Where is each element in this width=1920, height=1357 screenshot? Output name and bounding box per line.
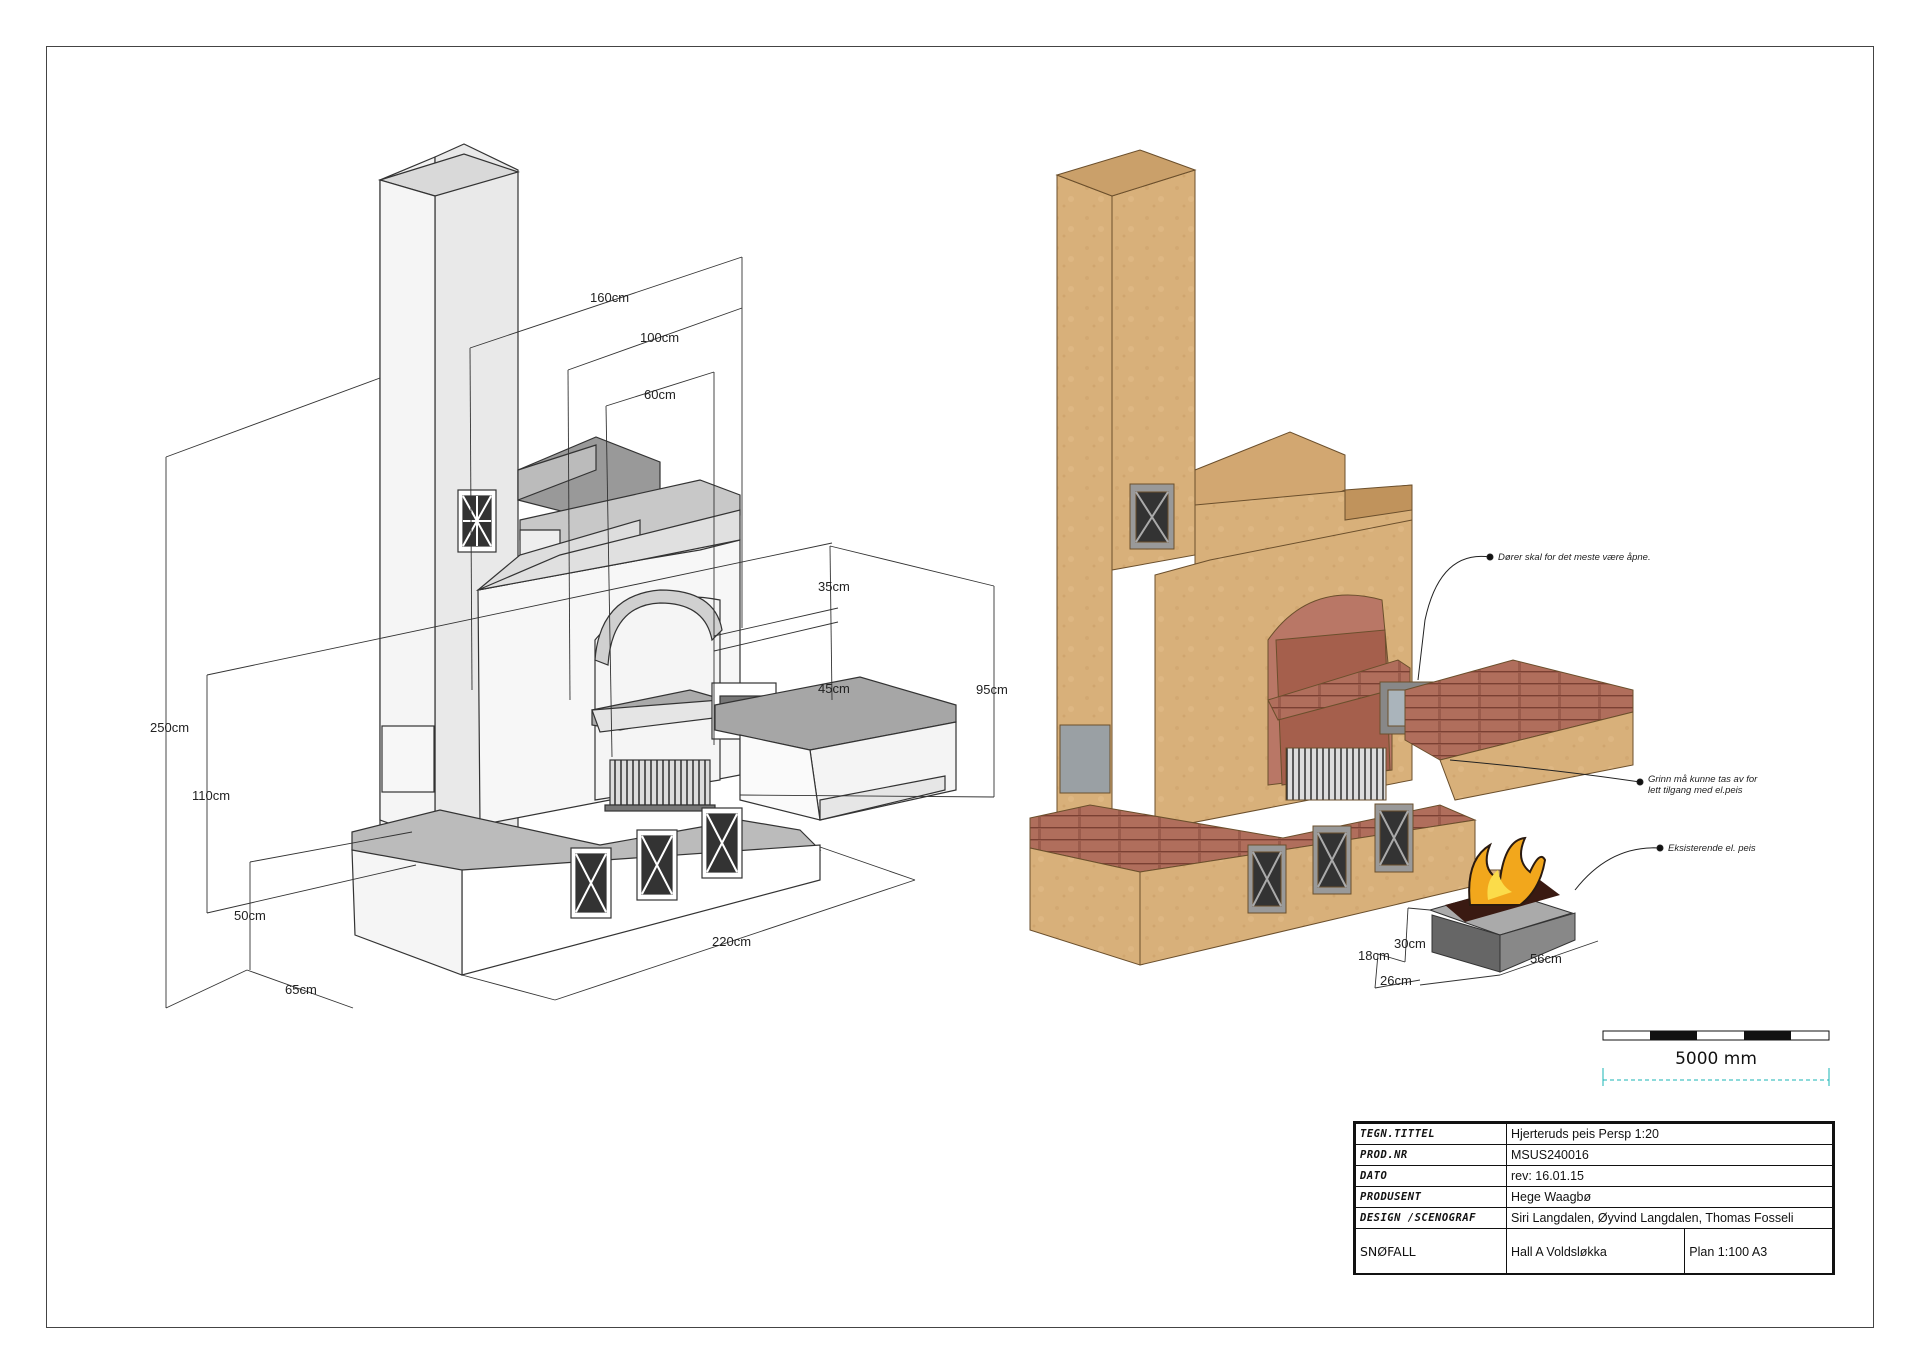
dim-250: 250cm [150,720,189,735]
dim-30: 30cm [1394,936,1426,951]
dim-65: 65cm [285,982,317,997]
dim-56: 56cm [1530,951,1562,966]
title-row-dato: DATO rev: 16.01.15 [1355,1165,1833,1187]
ash-door-r [1059,724,1111,794]
dim-110: 110cm [192,788,230,803]
dim-45: 45cm [818,681,850,696]
venue: Hall A Voldsløkka [1505,1228,1686,1275]
grate-r [1285,747,1387,801]
note-grate-line1: Grinn må kunne tas av for [1648,774,1758,785]
dim-18: 18cm [1358,948,1390,963]
dim-35: 35cm [818,579,850,594]
title-row-tegn: TEGN.TITTEL Hjerteruds peis Persp 1:20 [1355,1123,1833,1145]
title-row-footer: SNØFALL Hall A Voldsløkka Plan 1:100 A3 [1355,1228,1833,1275]
note-existing: Eksisterende el. peis [1668,843,1756,854]
dim-160: 160cm [590,290,629,305]
title-row-design: DESIGN /SCENOGRAF Siri Langdalen, Øyvind… [1355,1207,1833,1229]
plan-scale: Plan 1:100 A3 [1684,1228,1833,1275]
title-block: TEGN.TITTEL Hjerteruds peis Persp 1:20 P… [1353,1121,1835,1275]
dim-50: 50cm [234,908,266,923]
title-row-prodnr: PROD.NR MSUS240016 [1355,1144,1833,1166]
dim-26: 26cm [1380,973,1412,988]
note-grate-line2: lett tilgang med el.peis [1648,785,1743,796]
company-name: SNØFALL [1355,1228,1507,1275]
grate [609,759,711,806]
scale-bar-label: 5000 mm [1675,1049,1757,1069]
dim-95: 95cm [976,682,1008,697]
title-row-produsent: PRODUSENT Hege Waagbø [1355,1186,1833,1208]
dim-60: 60cm [644,387,676,402]
note-doors: Dører skal for det meste være åpne. [1498,552,1651,563]
dim-100: 100cm [640,330,679,345]
dim-220: 220cm [712,934,751,949]
ash-door [381,725,435,793]
left-white-model [351,143,957,976]
base-side [351,849,463,976]
